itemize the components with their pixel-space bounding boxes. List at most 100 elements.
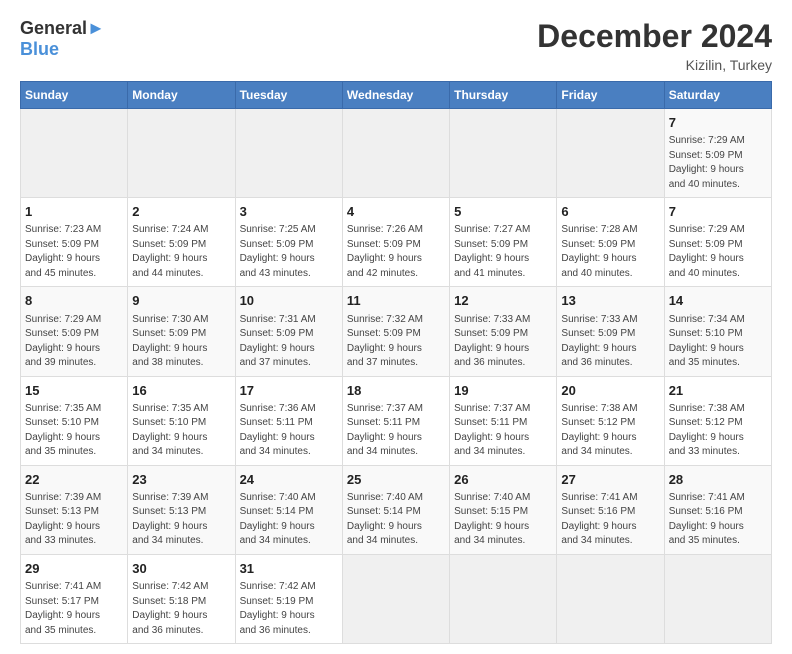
day-number: 24 (240, 471, 338, 489)
day-number: 9 (132, 292, 230, 310)
day-info: Sunrise: 7:28 AMSunset: 5:09 PMDaylight:… (561, 223, 659, 281)
calendar-header-row: Sunday Monday Tuesday Wednesday Thursday… (21, 82, 772, 109)
empty-cell (342, 109, 449, 198)
day-cell-9: 9 Sunrise: 7:30 AMSunset: 5:09 PMDaylight… (128, 287, 235, 376)
day-number: 19 (454, 382, 552, 400)
day-number: 30 (132, 560, 230, 578)
logo-line2: Blue (20, 39, 59, 60)
day-info: Sunrise: 7:27 AMSunset: 5:09 PMDaylight:… (454, 223, 552, 281)
day-number: 17 (240, 382, 338, 400)
logo: General► Blue (20, 18, 105, 60)
day-info: Sunrise: 7:33 AMSunset: 5:09 PMDaylight:… (454, 313, 552, 371)
day-info: Sunrise: 7:35 AMSunset: 5:10 PMDaylight:… (132, 402, 230, 460)
day-info: Sunrise: 7:29 AMSunset: 5:09 PMDaylight:… (669, 134, 767, 192)
day-number: 27 (561, 471, 659, 489)
day-cell-31: 31 Sunrise: 7:42 AMSunset: 5:19 PMDayligh… (235, 554, 342, 643)
table-row: 15 Sunrise: 7:35 AMSunset: 5:10 PMDayligh… (21, 376, 772, 465)
day-cell-7b: 7Sunrise: 7:29 AMSunset: 5:09 PMDaylight… (664, 198, 771, 287)
day-cell-6: 6 Sunrise: 7:28 AMSunset: 5:09 PMDaylight… (557, 198, 664, 287)
day-info: Sunrise: 7:35 AMSunset: 5:10 PMDaylight:… (25, 402, 123, 460)
day-cell-22: 22Sunrise: 7:39 AMSunset: 5:13 PMDayligh… (21, 465, 128, 554)
day-number: 10 (240, 292, 338, 310)
day-cell-12: 12 Sunrise: 7:33 AMSunset: 5:09 PMDayligh… (450, 287, 557, 376)
day-info: Sunrise: 7:41 AMSunset: 5:17 PMDaylight:… (25, 580, 123, 638)
day-cell-14: 14 Sunrise: 7:34 AMSunset: 5:10 PMDayligh… (664, 287, 771, 376)
table-row: 29 Sunrise: 7:41 AMSunset: 5:17 PMDayligh… (21, 554, 772, 643)
day-info: Sunrise: 7:37 AMSunset: 5:11 PMDaylight:… (454, 402, 552, 460)
day-number: 6 (561, 203, 659, 221)
day-info: Sunrise: 7:41 AMSunset: 5:16 PMDaylight:… (561, 491, 659, 549)
day-info: Sunrise: 7:40 AMSunset: 5:14 PMDaylight:… (240, 491, 338, 549)
day-number: 12 (454, 292, 552, 310)
day-info: Sunrise: 7:25 AMSunset: 5:09 PMDaylight:… (240, 223, 338, 281)
day-number: 29 (25, 560, 123, 578)
col-thursday: Thursday (450, 82, 557, 109)
day-cell-8: 8Sunrise: 7:29 AMSunset: 5:09 PMDaylight… (21, 287, 128, 376)
day-number: 15 (25, 382, 123, 400)
empty-cell (235, 109, 342, 198)
day-info: Sunrise: 7:24 AMSunset: 5:09 PMDaylight:… (132, 223, 230, 281)
day-cell-20: 20Sunrise: 7:38 AMSunset: 5:12 PMDayligh… (557, 376, 664, 465)
day-cell-7: 7 Sunrise: 7:29 AMSunset: 5:09 PMDaylight… (664, 109, 771, 198)
day-number: 11 (347, 292, 445, 310)
day-info: Sunrise: 7:42 AMSunset: 5:18 PMDaylight:… (132, 580, 230, 638)
day-cell-27: 27 Sunrise: 7:41 AMSunset: 5:16 PMDayligh… (557, 465, 664, 554)
day-cell-18: 18Sunrise: 7:37 AMSunset: 5:11 PMDayligh… (342, 376, 449, 465)
subtitle: Kizilin, Turkey (537, 57, 772, 73)
col-wednesday: Wednesday (342, 82, 449, 109)
day-number: 31 (240, 560, 338, 578)
title-area: December 2024 Kizilin, Turkey (537, 18, 772, 73)
empty-cell (450, 554, 557, 643)
day-info: Sunrise: 7:29 AMSunset: 5:09 PMDaylight:… (669, 223, 767, 281)
day-info: Sunrise: 7:29 AMSunset: 5:09 PMDaylight:… (25, 313, 123, 371)
day-info: Sunrise: 7:38 AMSunset: 5:12 PMDaylight:… (669, 402, 767, 460)
day-number: 20 (561, 382, 659, 400)
day-cell-2: 2 Sunrise: 7:24 AMSunset: 5:09 PMDaylight… (128, 198, 235, 287)
day-number: 23 (132, 471, 230, 489)
col-monday: Monday (128, 82, 235, 109)
day-number: 4 (347, 203, 445, 221)
day-cell-28: 28 Sunrise: 7:41 AMSunset: 5:16 PMDayligh… (664, 465, 771, 554)
day-number: 13 (561, 292, 659, 310)
logo-line1: General► (20, 18, 105, 39)
day-info: Sunrise: 7:31 AMSunset: 5:09 PMDaylight:… (240, 313, 338, 371)
col-sunday: Sunday (21, 82, 128, 109)
table-row: 8Sunrise: 7:29 AMSunset: 5:09 PMDaylight… (21, 287, 772, 376)
day-number: 14 (669, 292, 767, 310)
day-info: Sunrise: 7:40 AMSunset: 5:15 PMDaylight:… (454, 491, 552, 549)
day-info: Sunrise: 7:36 AMSunset: 5:11 PMDaylight:… (240, 402, 338, 460)
day-info: Sunrise: 7:41 AMSunset: 5:16 PMDaylight:… (669, 491, 767, 549)
day-cell-21: 21 Sunrise: 7:38 AMSunset: 5:12 PMDayligh… (664, 376, 771, 465)
day-cell-1: 1Sunrise: 7:23 AMSunset: 5:09 PMDaylight… (21, 198, 128, 287)
day-cell-23: 23 Sunrise: 7:39 AMSunset: 5:13 PMDayligh… (128, 465, 235, 554)
col-tuesday: Tuesday (235, 82, 342, 109)
day-number: 2 (132, 203, 230, 221)
col-friday: Friday (557, 82, 664, 109)
day-info: Sunrise: 7:42 AMSunset: 5:19 PMDaylight:… (240, 580, 338, 638)
header: General► Blue December 2024 Kizilin, Tur… (20, 18, 772, 73)
day-cell-11: 11Sunrise: 7:32 AMSunset: 5:09 PMDayligh… (342, 287, 449, 376)
day-cell-24: 24 Sunrise: 7:40 AMSunset: 5:14 PMDayligh… (235, 465, 342, 554)
day-number: 21 (669, 382, 767, 400)
day-cell-17: 17 Sunrise: 7:36 AMSunset: 5:11 PMDayligh… (235, 376, 342, 465)
day-cell-29: 29 Sunrise: 7:41 AMSunset: 5:17 PMDayligh… (21, 554, 128, 643)
month-title: December 2024 (537, 18, 772, 55)
day-cell-25: 25Sunrise: 7:40 AMSunset: 5:14 PMDayligh… (342, 465, 449, 554)
empty-cell (450, 109, 557, 198)
day-number: 7 (669, 114, 767, 132)
day-info: Sunrise: 7:30 AMSunset: 5:09 PMDaylight:… (132, 313, 230, 371)
day-cell-13: 13Sunrise: 7:33 AMSunset: 5:09 PMDayligh… (557, 287, 664, 376)
day-info: Sunrise: 7:26 AMSunset: 5:09 PMDaylight:… (347, 223, 445, 281)
day-cell-4: 4 Sunrise: 7:26 AMSunset: 5:09 PMDaylight… (342, 198, 449, 287)
empty-cell (21, 109, 128, 198)
day-cell-15: 15 Sunrise: 7:35 AMSunset: 5:10 PMDayligh… (21, 376, 128, 465)
day-info: Sunrise: 7:34 AMSunset: 5:10 PMDaylight:… (669, 313, 767, 371)
day-info: Sunrise: 7:39 AMSunset: 5:13 PMDaylight:… (132, 491, 230, 549)
empty-cell (557, 109, 664, 198)
day-number: 28 (669, 471, 767, 489)
table-row: 1Sunrise: 7:23 AMSunset: 5:09 PMDaylight… (21, 198, 772, 287)
day-number: 1 (25, 203, 123, 221)
day-number: 25 (347, 471, 445, 489)
day-number: 3 (240, 203, 338, 221)
day-number: 16 (132, 382, 230, 400)
